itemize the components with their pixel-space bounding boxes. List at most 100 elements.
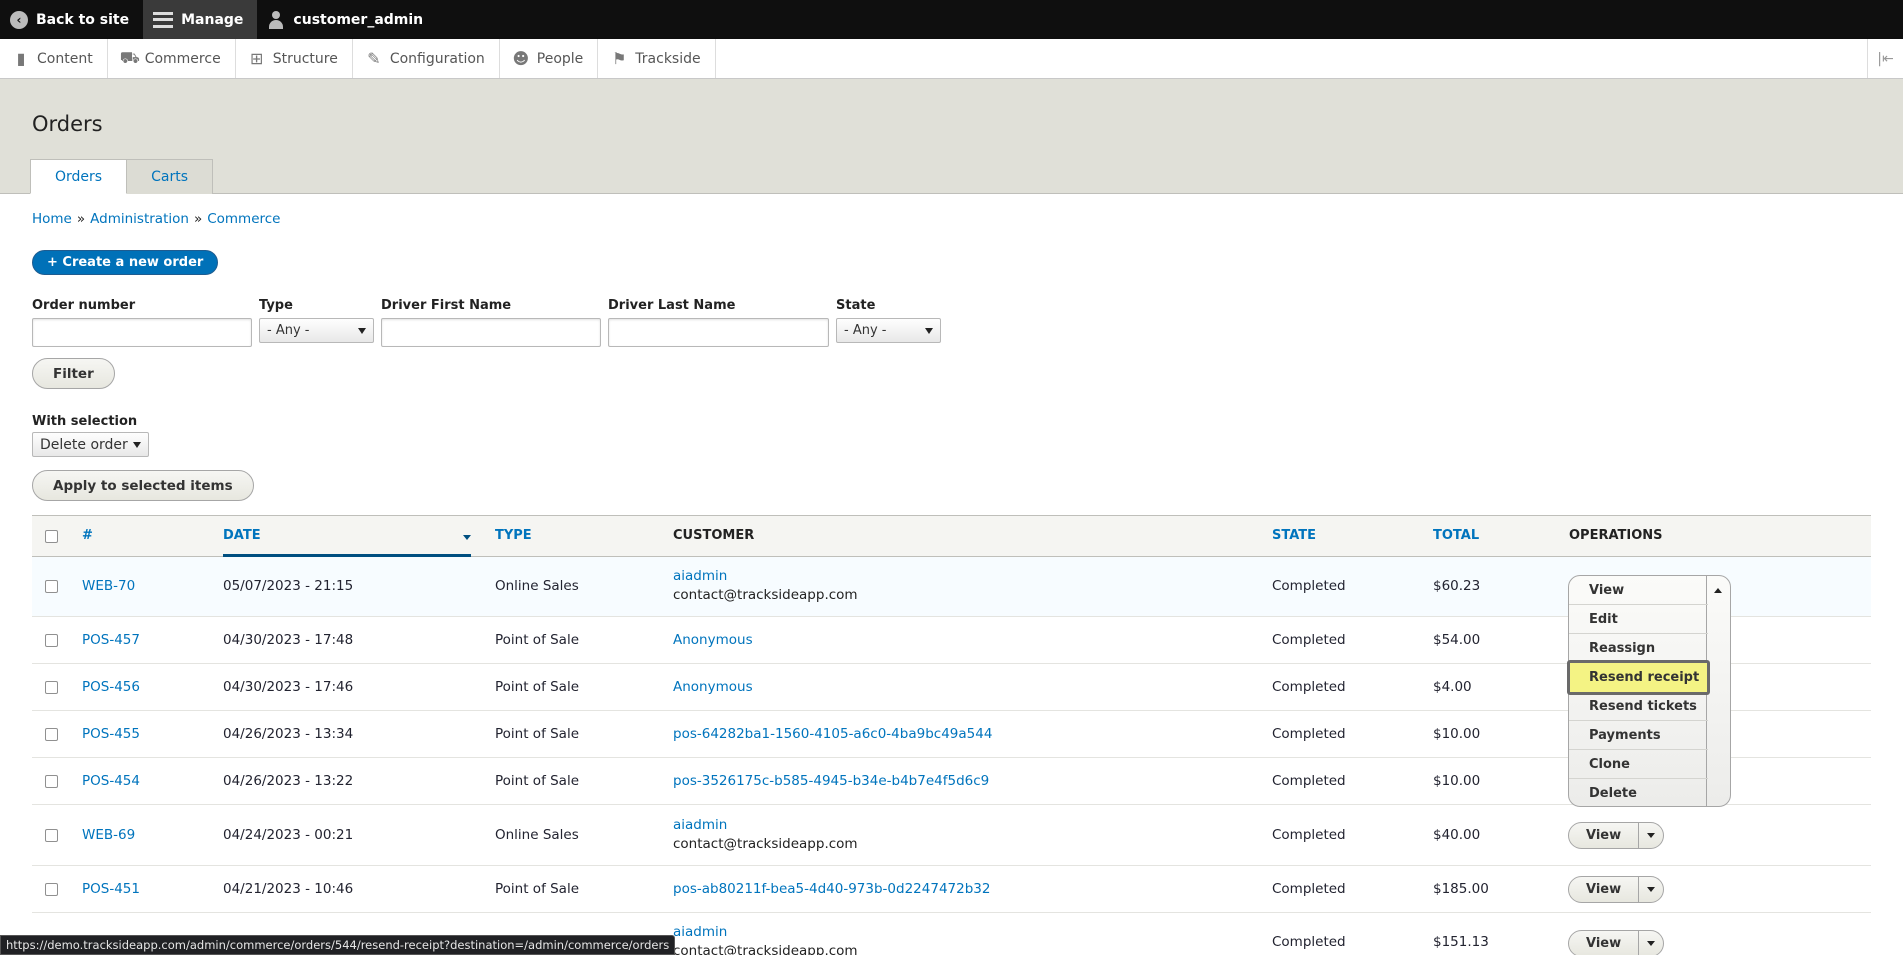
select-all-checkbox[interactable] — [45, 530, 58, 543]
state-select-value: - Any - — [844, 323, 887, 338]
order-number-link[interactable]: POS-456 — [82, 679, 140, 695]
hamburger-icon — [153, 11, 174, 28]
breadcrumb-separator: » — [193, 211, 203, 227]
operations-toggle[interactable] — [1639, 931, 1663, 955]
apply-selected-button[interactable]: Apply to selected items — [32, 470, 254, 501]
chevron-down-icon — [925, 327, 933, 334]
state-select[interactable]: - Any - — [836, 318, 941, 343]
last-name-input[interactable] — [608, 318, 829, 347]
row-checkbox[interactable] — [45, 775, 58, 788]
tray-collapse-button[interactable]: |⇤ — [1867, 39, 1903, 78]
order-number-link[interactable]: WEB-70 — [82, 578, 135, 594]
breadcrumb-commerce[interactable]: Commerce — [207, 211, 280, 227]
tray-item-label: People — [536, 50, 584, 67]
last-name-label: Driver Last Name — [608, 298, 736, 313]
order-number-link[interactable]: POS-454 — [82, 773, 140, 789]
row-checkbox[interactable] — [45, 580, 58, 593]
admin-tray: ▮ Content ⛟ Commerce ⊞ Structure ✎ Confi… — [0, 39, 1903, 79]
operations-toggle[interactable] — [1639, 823, 1663, 848]
tray-item-commerce[interactable]: ⛟ Commerce — [108, 39, 236, 78]
order-total: $10.00 — [1433, 773, 1481, 789]
chevron-up-icon — [1714, 588, 1722, 593]
with-selection-label: With selection — [32, 414, 138, 429]
collapse-icon: |⇤ — [1877, 50, 1894, 67]
chevron-down-icon — [1647, 941, 1656, 946]
page-header: Orders Orders Carts — [0, 79, 1903, 194]
view-button[interactable]: View — [1569, 877, 1640, 902]
order-number-input[interactable] — [32, 318, 252, 347]
op-payments[interactable]: Payments — [1569, 721, 1708, 750]
order-number-link[interactable]: POS-457 — [82, 632, 140, 648]
op-view[interactable]: View — [1569, 576, 1708, 605]
header-total[interactable]: Total — [1433, 528, 1479, 543]
op-edit[interactable]: Edit — [1569, 605, 1708, 634]
customer-link[interactable]: aiadmin — [673, 817, 727, 833]
first-name-filter: Driver First Name — [381, 298, 601, 347]
customer-email: contact@tracksideapp.com — [673, 943, 858, 955]
row-checkbox[interactable] — [45, 829, 58, 842]
manage-tab[interactable]: Manage — [143, 0, 258, 39]
tray-item-people[interactable]: ☻ People — [500, 39, 599, 78]
customer-email: contact@tracksideapp.com — [673, 836, 858, 852]
order-number-label: Order number — [32, 298, 136, 313]
row-checkbox[interactable] — [45, 728, 58, 741]
row-checkbox[interactable] — [45, 883, 58, 896]
op-resend-receipt[interactable]: Resend receipt — [1567, 660, 1710, 695]
tray-item-trackside[interactable]: ⚑ Trackside — [598, 39, 716, 78]
customer-link[interactable]: aiadmin — [673, 568, 727, 584]
type-select[interactable]: - Any - — [259, 318, 374, 343]
header-date[interactable]: Date — [223, 528, 261, 543]
row-checkbox[interactable] — [45, 681, 58, 694]
order-date: 04/30/2023 - 17:48 — [223, 632, 354, 648]
order-state: Completed — [1272, 827, 1346, 843]
breadcrumb-home[interactable]: Home — [32, 211, 72, 227]
header-state[interactable]: State — [1272, 528, 1316, 543]
op-clone[interactable]: Clone — [1569, 750, 1708, 779]
order-type: Point of Sale — [495, 726, 580, 742]
breadcrumb-administration[interactable]: Administration — [90, 211, 189, 227]
tab-orders[interactable]: Orders — [30, 159, 128, 194]
row-checkbox[interactable] — [45, 634, 58, 647]
create-order-button[interactable]: + Create a new order — [32, 250, 219, 275]
chevron-down-icon — [358, 327, 366, 334]
customer-link[interactable]: Anonymous — [673, 632, 753, 648]
op-resend-tickets[interactable]: Resend tickets — [1569, 692, 1708, 721]
operations-dropbutton: View — [1568, 876, 1665, 903]
order-total: $10.00 — [1433, 726, 1481, 742]
order-total: $151.13 — [1433, 934, 1489, 950]
filter-button[interactable]: Filter — [32, 358, 115, 389]
customer-cell: aiadmin contact@tracksideapp.com — [673, 924, 858, 955]
tab-carts[interactable]: Carts — [127, 159, 213, 194]
user-icon — [267, 10, 285, 29]
operations-toggle[interactable] — [1639, 877, 1663, 902]
user-menu[interactable]: customer_admin — [257, 0, 437, 39]
back-to-site-link[interactable]: ‹ Back to site — [0, 0, 143, 39]
order-type: Online Sales — [495, 578, 579, 594]
tray-item-content[interactable]: ▮ Content — [0, 39, 108, 78]
tray-item-label: Content — [37, 50, 93, 67]
file-icon: ▮ — [16, 49, 26, 68]
first-name-input[interactable] — [381, 318, 601, 347]
op-reassign[interactable]: Reassign — [1569, 634, 1708, 663]
page-title: Orders — [32, 112, 103, 136]
customer-link[interactable]: pos-3526175c-b585-4945-b34e-b4b7e4f5d6c9 — [673, 773, 989, 789]
state-label: State — [836, 298, 876, 313]
bulk-action-select[interactable]: Delete order — [32, 432, 149, 457]
tray-item-structure[interactable]: ⊞ Structure — [236, 39, 353, 78]
view-button[interactable]: View — [1569, 931, 1640, 955]
order-number-link[interactable]: POS-451 — [82, 881, 140, 897]
header-number[interactable]: # — [82, 528, 93, 543]
customer-link[interactable]: Anonymous — [673, 679, 753, 695]
tray-item-configuration[interactable]: ✎ Configuration — [353, 39, 500, 78]
op-delete[interactable]: Delete — [1569, 779, 1708, 808]
order-number-link[interactable]: POS-455 — [82, 726, 140, 742]
header-type[interactable]: Type — [495, 528, 532, 543]
order-type: Point of Sale — [495, 773, 580, 789]
order-number-link[interactable]: WEB-69 — [82, 827, 135, 843]
primary-tabs: Orders Carts — [30, 159, 213, 194]
back-to-site-label: Back to site — [36, 11, 130, 28]
view-button[interactable]: View — [1569, 823, 1640, 848]
customer-link[interactable]: aiadmin — [673, 924, 727, 940]
customer-link[interactable]: pos-64282ba1-1560-4105-a6c0-4ba9bc49a544 — [673, 726, 992, 742]
customer-link[interactable]: pos-ab80211f-bea5-4d40-973b-0d2247472b32 — [673, 881, 990, 897]
